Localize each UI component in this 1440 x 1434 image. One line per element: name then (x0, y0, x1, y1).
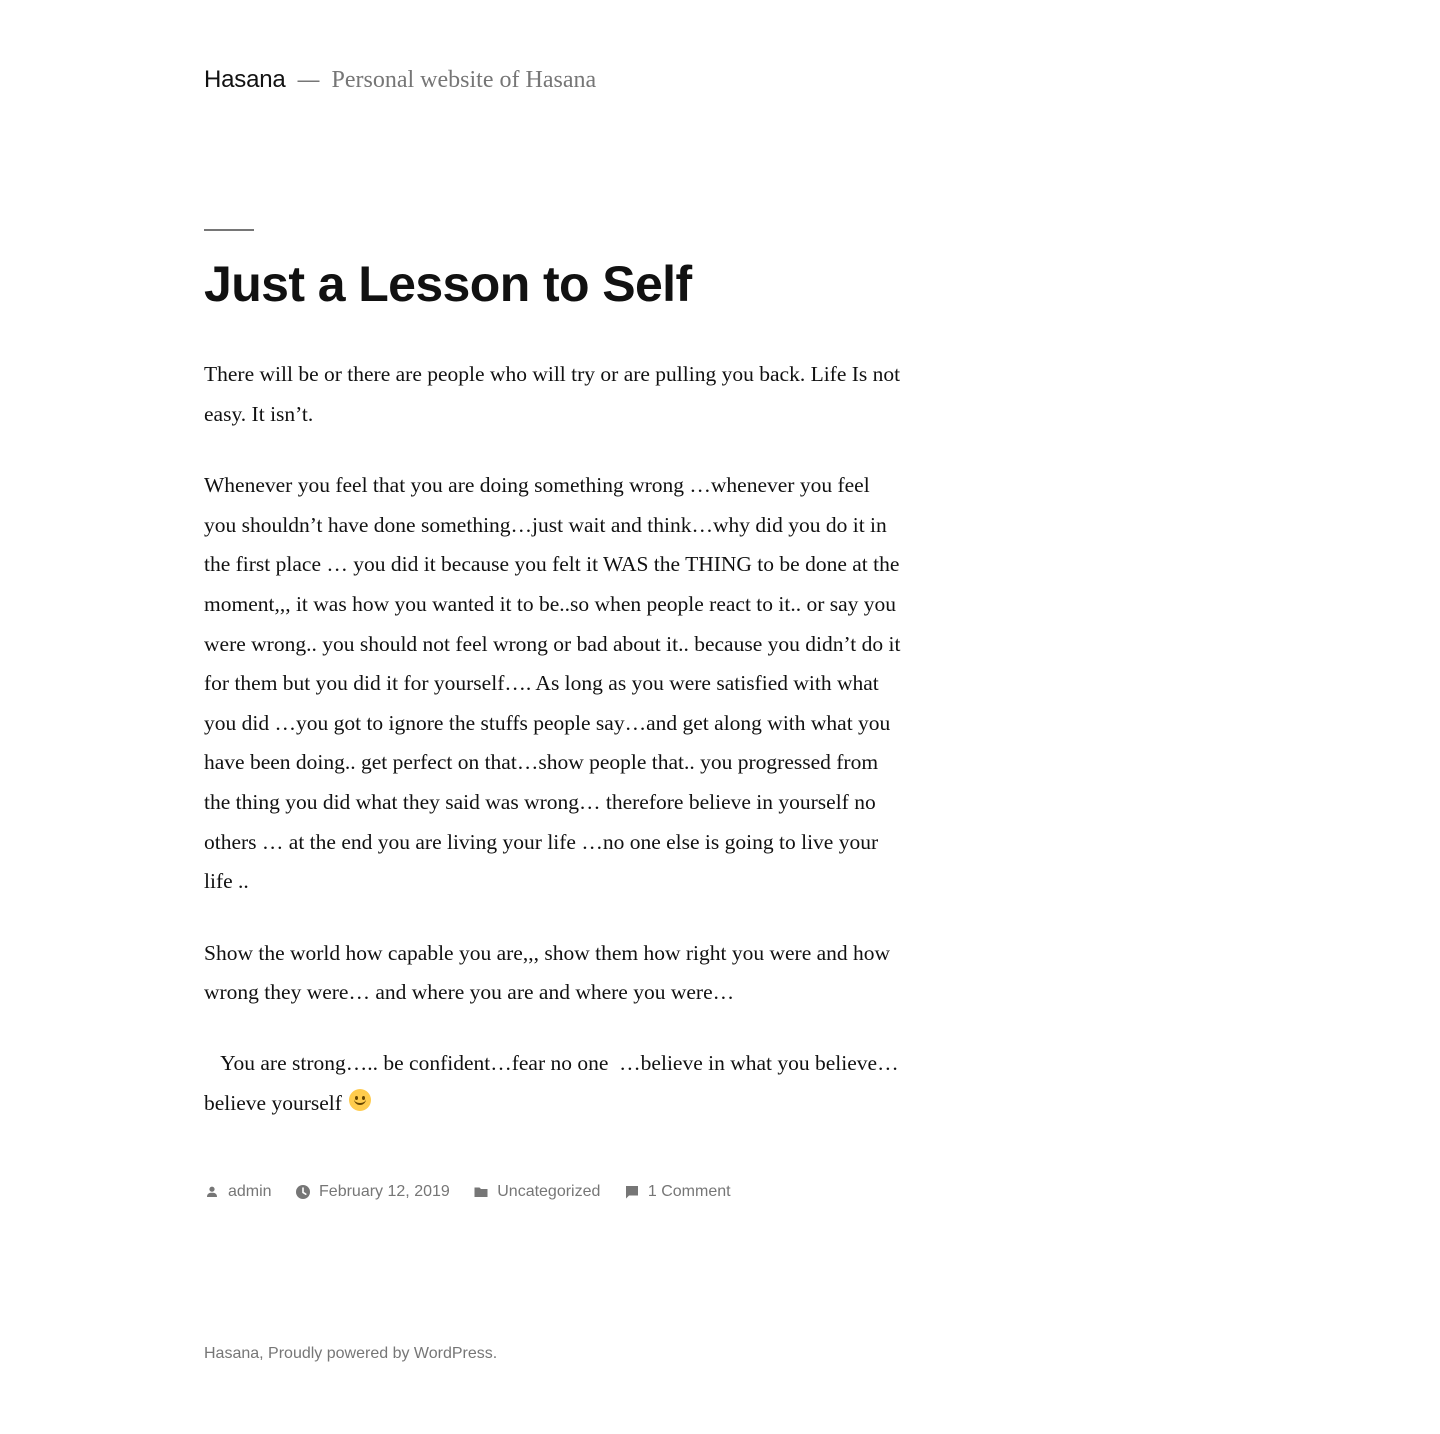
site-footer: Hasana, Proudly powered by WordPress. (204, 1342, 497, 1366)
post-paragraph-4: You are strong….. be confident…fear no o… (204, 1044, 904, 1123)
footer-separator: , (259, 1345, 269, 1362)
meta-category: Uncategorized (473, 1180, 600, 1204)
site-header: Hasana — Personal website of Hasana (204, 62, 1104, 102)
date-link[interactable]: February 12, 2019 (319, 1180, 450, 1204)
post-paragraph-4-text: You are strong….. be confident…fear no o… (204, 1050, 904, 1115)
post-paragraph-2: Whenever you feel that you are doing som… (204, 473, 901, 894)
comments-link[interactable]: 1 Comment (648, 1180, 731, 1204)
clock-icon (296, 1185, 311, 1199)
meta-date: February 12, 2019 (295, 1180, 450, 1204)
site-title-link[interactable]: Hasana (204, 66, 286, 93)
post-meta: admin February 12, 2019 Uncategorized 1 … (204, 1180, 750, 1208)
footer-site-link[interactable]: Hasana (204, 1345, 259, 1362)
header-separator: — (297, 67, 320, 92)
footer-end: . (492, 1345, 498, 1362)
post-paragraph-1: There will be or there are people who wi… (204, 362, 901, 426)
powered-by-link[interactable]: Proudly powered by WordPress (268, 1345, 493, 1362)
meta-author: admin (204, 1180, 272, 1204)
slightly-smiling-face-emoji (349, 1088, 372, 1111)
post-title: Just a Lesson to Self (204, 256, 692, 312)
meta-comments: 1 Comment (624, 1180, 731, 1204)
site-description: Personal website of Hasana (331, 67, 597, 93)
post-paragraph-3: Show the world how capable you are,,, sh… (204, 940, 891, 1005)
post-content: There will be or there are people who wi… (204, 355, 904, 1155)
folder-icon (474, 1187, 488, 1197)
author-link[interactable]: admin (228, 1180, 272, 1204)
title-divider (204, 229, 254, 231)
person-icon (207, 1186, 217, 1197)
comment-icon (625, 1186, 638, 1199)
category-link[interactable]: Uncategorized (497, 1180, 600, 1204)
